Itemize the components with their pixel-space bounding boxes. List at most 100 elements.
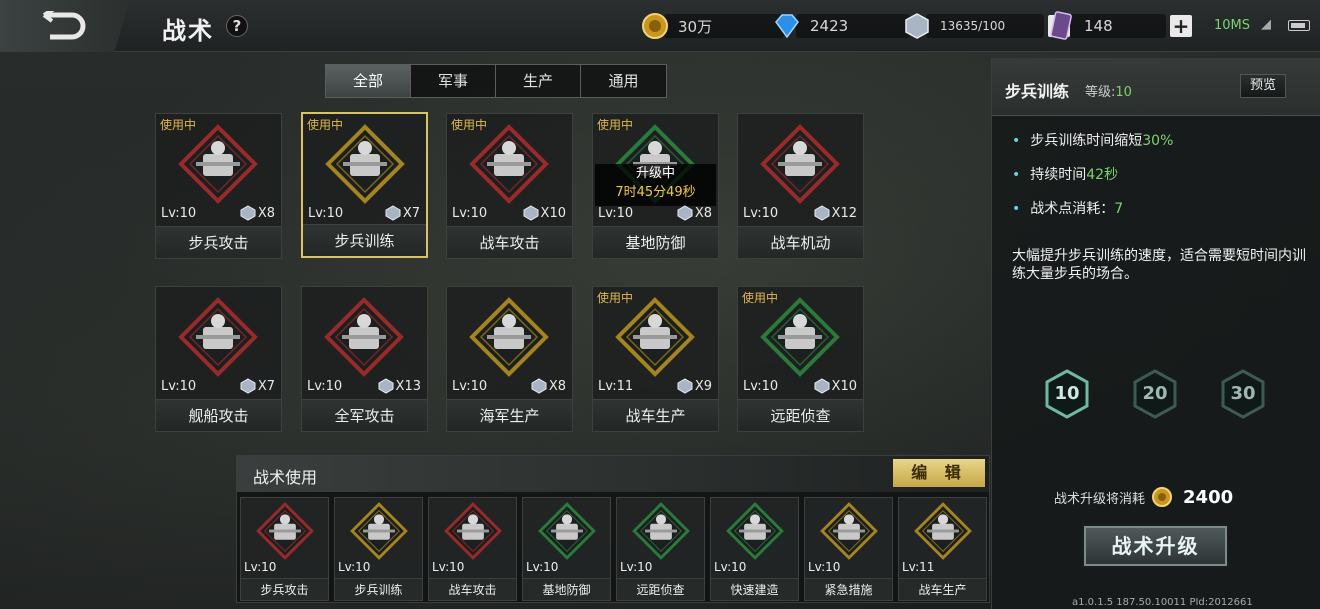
tactic-card[interactable]: 使用中 Lv:10 X10 远距侦查 <box>737 286 864 432</box>
tactic-level: Lv:10 <box>452 379 488 394</box>
crystal-icon <box>378 378 394 394</box>
detail-description: 大幅提升步兵训练的速度，适合需要短时间内训练大量步兵的场合。 <box>1012 248 1306 282</box>
used-tactic-name: 紧急措施 <box>805 578 892 600</box>
used-tactic-level: Lv:10 <box>244 560 277 574</box>
tactic-cost: X10 <box>814 378 857 394</box>
gold-coin-icon <box>640 11 670 41</box>
tactic-card[interactable]: Lv:10 X13 全军攻击 <box>301 286 428 432</box>
top-bar: 战术 ? 30万 2423 13635/100 + 148 + 10MS ◢ <box>0 0 1320 52</box>
tactic-emblem-icon <box>820 502 878 560</box>
tank-gear-icon <box>615 297 695 377</box>
used-tactic-slot[interactable]: Lv:10 紧急措施 <box>804 497 893 601</box>
edit-button[interactable]: 编 辑 <box>893 459 985 487</box>
used-tactic-slot[interactable]: Lv:11 战车生产 <box>898 497 987 601</box>
tactic-name: 舰船攻击 <box>156 399 281 431</box>
tactic-level: Lv:10 <box>307 379 343 394</box>
tactic-name: 海军生产 <box>447 399 572 431</box>
scout-icon <box>760 297 840 377</box>
used-tactic-level: Lv:10 <box>526 560 559 574</box>
tactic-cost: X7 <box>240 378 275 394</box>
detail-header: 步兵训练 等级:10 预览 <box>992 58 1320 116</box>
used-tactic-level: Lv:10 <box>432 560 465 574</box>
used-tactic-slot[interactable]: Lv:10 快速建造 <box>710 497 799 601</box>
tactic-emblem-icon <box>444 502 502 560</box>
used-tactic-name: 步兵训练 <box>335 578 422 600</box>
upgrade-button[interactable]: 战术升级 <box>1084 526 1227 566</box>
version-label: a1.0.1.5 187.50.10011 PId:2012661 <box>1072 597 1253 608</box>
used-tactic-slot[interactable]: Lv:10 步兵攻击 <box>240 497 329 601</box>
battery-icon <box>1288 20 1310 31</box>
crystal-icon <box>531 378 547 394</box>
tactic-level: Lv:10 <box>743 379 779 394</box>
tactic-name: 全军攻击 <box>302 399 427 431</box>
used-tactic-slot[interactable]: Lv:10 战车攻击 <box>428 497 517 601</box>
used-tactic-level: Lv:10 <box>338 560 371 574</box>
tactic-cost: X9 <box>677 378 712 394</box>
crystal-icon <box>677 378 693 394</box>
tactic-name: 战车机动 <box>738 226 863 258</box>
tactic-emblem-icon <box>350 502 408 560</box>
gold-coin-icon <box>1152 487 1173 507</box>
level-10-button[interactable]: 10 <box>1044 369 1090 419</box>
tactic-emblem-icon <box>726 502 784 560</box>
used-tactic-name: 远距侦查 <box>617 578 704 600</box>
crystal-icon <box>902 11 932 41</box>
level-30-button[interactable]: 30 <box>1220 369 1266 419</box>
tactic-card[interactable]: 使用中 Lv:10 X8 步兵攻击 <box>155 113 282 259</box>
upgrade-timer: 7时45分49秒 <box>615 185 696 200</box>
tactic-card[interactable]: 使用中 Lv:10 X7 步兵训练 <box>301 112 428 258</box>
used-tactic-slot[interactable]: Lv:10 远距侦查 <box>616 497 705 601</box>
tab-all[interactable]: 全部 <box>326 65 411 97</box>
tactic-card[interactable]: 使用中 Lv:11 X9 战车生产 <box>592 286 719 432</box>
used-tactics-panel: 战术使用 编 辑 Lv:10 步兵攻击 Lv:10 步兵训练 Lv:10 战车攻… <box>236 455 990 603</box>
crystal-icon <box>385 205 401 221</box>
upgrade-cost: 战术升级将消耗 2400 <box>1054 486 1234 508</box>
tactic-card[interactable]: 使用中 升级中 7时45分49秒 Lv:10 X8 基地防御 <box>592 113 719 259</box>
crystal-icon <box>240 378 256 394</box>
used-tactic-level: Lv:10 <box>808 560 841 574</box>
help-button[interactable]: ? <box>226 15 248 37</box>
tactic-name: 基地防御 <box>593 226 718 258</box>
used-tactics-title: 战术使用 <box>253 468 318 487</box>
effect-line-2: 持续时间42秒 <box>1012 164 1118 184</box>
network-latency: 10MS <box>1214 18 1251 33</box>
tactic-level: Lv:10 <box>743 206 779 221</box>
crystal-icon <box>814 378 830 394</box>
tactic-level: Lv:10 <box>161 379 197 394</box>
detail-name: 步兵训练 <box>1005 82 1070 101</box>
soldier-running-icon <box>325 124 405 204</box>
tactic-name: 步兵攻击 <box>156 226 281 258</box>
tactic-level: Lv:10 <box>452 206 488 221</box>
crystal-resource: 13635/100 + <box>902 12 1070 40</box>
back-arrow-icon <box>42 11 86 40</box>
card-plus-button[interactable]: + <box>1170 15 1192 37</box>
used-tactic-level: Lv:10 <box>714 560 747 574</box>
tactic-level: Lv:10 <box>161 206 197 221</box>
tactic-card[interactable]: Lv:10 X7 舰船攻击 <box>155 286 282 432</box>
tab-production[interactable]: 生产 <box>496 65 581 97</box>
crystal-icon <box>677 205 693 221</box>
tactic-card[interactable]: 使用中 Lv:10 X10 战车攻击 <box>446 113 573 259</box>
wifi-icon: ◢ <box>1261 17 1271 32</box>
level-20-button[interactable]: 20 <box>1132 369 1178 419</box>
preview-button[interactable]: 预览 <box>1240 74 1286 98</box>
tactic-card[interactable]: Lv:10 X8 海军生产 <box>446 286 573 432</box>
tactic-card[interactable]: Lv:10 X12 战车机动 <box>737 113 864 259</box>
tab-general[interactable]: 通用 <box>581 65 666 97</box>
gold-amount: 30万 <box>664 14 784 38</box>
ship-gear-icon <box>469 297 549 377</box>
used-tactic-slot[interactable]: Lv:10 基地防御 <box>522 497 611 601</box>
soldier-rifle-icon <box>178 124 258 204</box>
used-tactic-name: 战车攻击 <box>429 578 516 600</box>
tactic-cost: X10 <box>523 205 566 221</box>
used-tactic-name: 基地防御 <box>523 578 610 600</box>
used-tactic-name: 快速建造 <box>711 578 798 600</box>
used-tactic-slot[interactable]: Lv:10 步兵训练 <box>334 497 423 601</box>
card-resource: 148 + <box>1046 11 1192 41</box>
back-button[interactable] <box>0 0 130 52</box>
tactic-level: Lv:10 <box>598 206 634 221</box>
category-tabs: 全部 军事 生产 通用 <box>325 64 667 98</box>
card-icon <box>1046 11 1076 41</box>
detail-level: 等级:10 <box>1085 85 1132 100</box>
tab-military[interactable]: 军事 <box>411 65 496 97</box>
